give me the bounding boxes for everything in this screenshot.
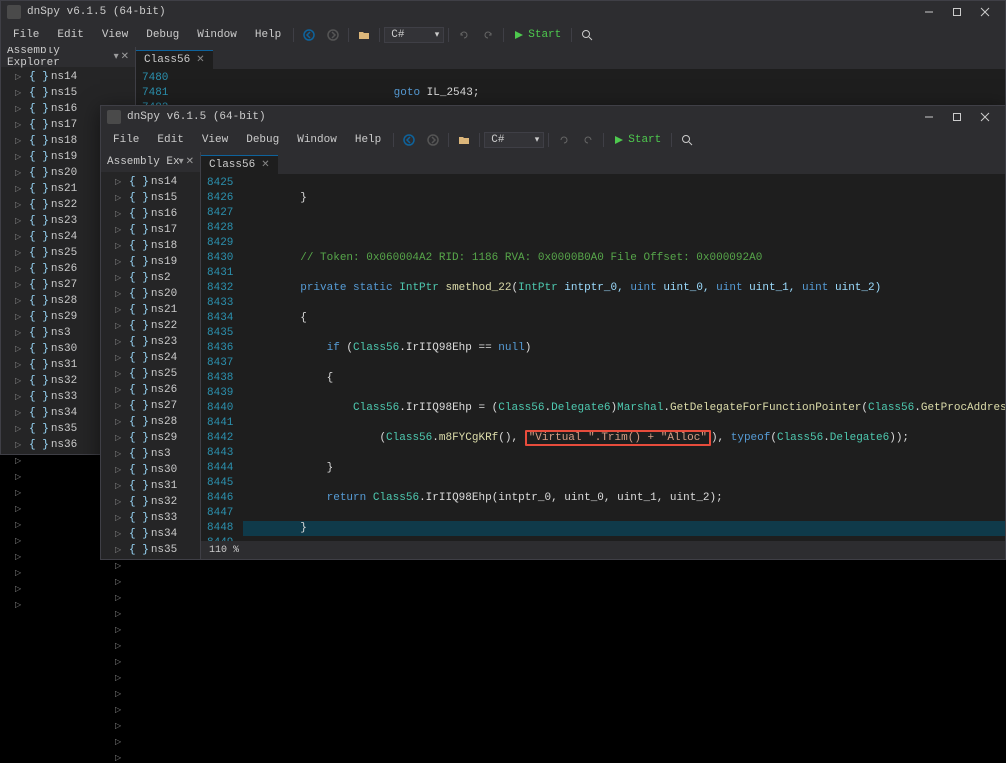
tree-node[interactable]: ▷{ } ns3 (101, 446, 200, 462)
panel-header: Assembly Explorer ▾✕ (1, 47, 135, 67)
menu-edit[interactable]: Edit (149, 132, 191, 148)
tree-node[interactable]: ▷{ } ns21 (101, 302, 200, 318)
tree-node[interactable]: ▷{ } ns25 (101, 366, 200, 382)
nav-forward-button[interactable] (322, 24, 344, 46)
minimize-button[interactable] (915, 1, 943, 23)
tree-node[interactable]: ▷{ } ns17 (101, 222, 200, 238)
tree-node[interactable]: ▷{ } ns16 (101, 206, 200, 222)
app-icon (107, 110, 121, 124)
undo-button[interactable] (453, 24, 475, 46)
status-bar: 110 % (201, 541, 1005, 559)
tree-node[interactable]: ▷{ } ns27 (101, 398, 200, 414)
start-button[interactable]: Start (508, 27, 567, 43)
redo-button[interactable] (577, 129, 599, 151)
menu-window[interactable]: Window (289, 132, 345, 148)
tree-node[interactable]: ▷{ } ns32 (101, 494, 200, 510)
menu-debug[interactable]: Debug (138, 27, 187, 43)
zoom-level[interactable]: 110 % (209, 545, 239, 556)
tree-node[interactable]: ▷{ } ns24 (101, 350, 200, 366)
panel-pin-icon[interactable]: ▾ (114, 51, 119, 63)
tree-node[interactable]: ▷{ } ns26 (101, 382, 200, 398)
language-combo[interactable]: C# (484, 132, 544, 148)
assembly-explorer-panel: Assembly Explorer ▾✕ ▷{ } ns14▷{ } ns15▷… (101, 152, 201, 559)
tree-node[interactable]: ▷{ } ns33 (101, 510, 200, 526)
panel-pin-icon[interactable]: ▾ (179, 156, 184, 168)
menu-help[interactable]: Help (347, 132, 389, 148)
open-button[interactable] (453, 129, 475, 151)
menu-debug[interactable]: Debug (238, 132, 287, 148)
menubar: File Edit View Debug Window Help C# Star… (101, 128, 1005, 152)
tree-node[interactable]: ▷{ } ns31 (101, 478, 200, 494)
panel-close-icon[interactable]: ✕ (186, 156, 194, 168)
code-area[interactable]: 8425842684278428842984308431843284338434… (201, 174, 1005, 541)
tree-node[interactable]: ▷{ } ns15 (101, 190, 200, 206)
search-button[interactable] (676, 129, 698, 151)
tab-class56[interactable]: Class56✕ (201, 155, 278, 174)
panel-header: Assembly Explorer ▾✕ (101, 152, 200, 172)
language-combo[interactable]: C# (384, 27, 444, 43)
open-button[interactable] (353, 24, 375, 46)
assembly-tree[interactable]: ▷{ } ns14▷{ } ns15▷{ } ns16▷{ } ns17▷{ }… (101, 172, 200, 559)
tree-node[interactable]: ▷{ } ns28 (101, 414, 200, 430)
menu-view[interactable]: View (194, 132, 236, 148)
start-button[interactable]: Start (608, 132, 667, 148)
nav-back-button[interactable] (298, 24, 320, 46)
app-icon (7, 5, 21, 19)
tree-node[interactable]: ▷{ } ns15 (1, 85, 135, 101)
menu-help[interactable]: Help (247, 27, 289, 43)
menu-file[interactable]: File (105, 132, 147, 148)
menu-edit[interactable]: Edit (49, 27, 91, 43)
search-button[interactable] (576, 24, 598, 46)
tree-node[interactable]: ▷{ } ns23 (101, 334, 200, 350)
tree-node[interactable]: ▷{ } ns20 (101, 286, 200, 302)
titlebar[interactable]: dnSpy v6.1.5 (64-bit) (101, 106, 1005, 128)
tree-node[interactable]: ▷{ } ns30 (101, 462, 200, 478)
tree-node[interactable]: ▷{ } ns36 (101, 558, 200, 559)
titlebar[interactable]: dnSpy v6.1.5 (64-bit) (1, 1, 1005, 23)
tree-node[interactable]: ▷{ } ns2 (101, 270, 200, 286)
nav-back-button[interactable] (398, 129, 420, 151)
code-editor: Class56✕ 8425842684278428842984308431843… (201, 152, 1005, 559)
tree-node[interactable]: ▷{ } ns19 (101, 254, 200, 270)
nav-forward-button[interactable] (422, 129, 444, 151)
tree-node[interactable]: ▷{ } ns34 (101, 526, 200, 542)
editor-tabs: Class56✕ (201, 152, 1005, 174)
source-code[interactable]: } // Token: 0x060004A2 RID: 1186 RVA: 0x… (243, 174, 1005, 541)
tab-close-icon[interactable]: ✕ (196, 54, 204, 66)
tree-node[interactable]: ▷{ } ns29 (101, 430, 200, 446)
maximize-button[interactable] (943, 106, 971, 128)
menu-window[interactable]: Window (189, 27, 245, 43)
close-button[interactable] (971, 106, 999, 128)
editor-tabs: Class56✕ (136, 47, 1005, 69)
tab-close-icon[interactable]: ✕ (261, 159, 269, 171)
tree-node[interactable]: ▷{ } ns14 (101, 174, 200, 190)
tree-node[interactable]: ▷{ } ns18 (101, 238, 200, 254)
undo-button[interactable] (553, 129, 575, 151)
close-button[interactable] (971, 1, 999, 23)
tree-node[interactable]: ▷{ } ns35 (101, 542, 200, 558)
redo-button[interactable] (477, 24, 499, 46)
menubar: File Edit View Debug Window Help C# Star… (1, 23, 1005, 47)
app-title: dnSpy v6.1.5 (64-bit) (127, 111, 266, 123)
dnspy-window-front: dnSpy v6.1.5 (64-bit) File Edit View Deb… (100, 105, 1006, 560)
menu-file[interactable]: File (5, 27, 47, 43)
minimize-button[interactable] (915, 106, 943, 128)
line-gutter: 8425842684278428842984308431843284338434… (201, 174, 243, 541)
panel-close-icon[interactable]: ✕ (121, 51, 129, 63)
maximize-button[interactable] (943, 1, 971, 23)
tree-node[interactable]: ▷{ } ns14 (1, 69, 135, 85)
app-title: dnSpy v6.1.5 (64-bit) (27, 6, 166, 18)
menu-view[interactable]: View (94, 27, 136, 43)
highlight-virtual-alloc: "Virtual ".Trim() + "Alloc" (525, 430, 711, 446)
tree-node[interactable]: ▷{ } ns22 (101, 318, 200, 334)
tab-class56[interactable]: Class56✕ (136, 50, 213, 69)
